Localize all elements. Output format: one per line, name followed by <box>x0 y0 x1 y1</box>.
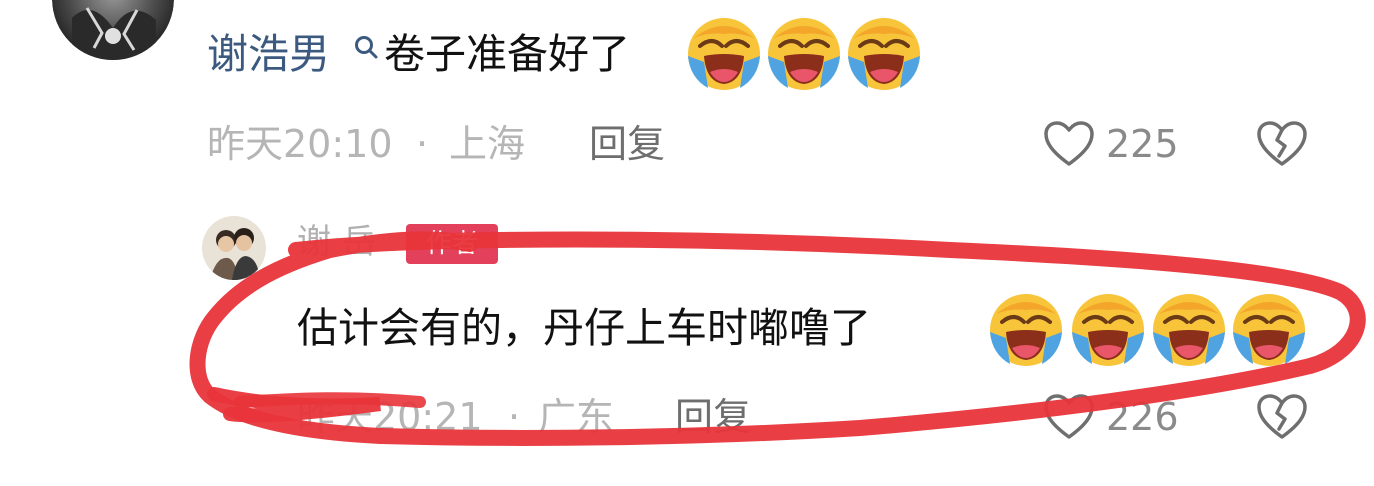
laugh-cry-emoji <box>1072 294 1144 366</box>
meta-separator: · <box>416 122 429 166</box>
reply-username[interactable]: 谢 岳 <box>297 220 376 264</box>
like-count: 226 <box>1106 395 1179 439</box>
reply-text: 估计会有的，丹仔上车时嘟噜了 <box>297 304 871 352</box>
heart-icon[interactable] <box>1043 393 1095 441</box>
comment-text: 卷子准备好了 <box>384 30 630 78</box>
laugh-cry-emoji <box>688 18 760 90</box>
comment-location: 上海 <box>449 122 526 166</box>
avatar[interactable] <box>202 216 266 280</box>
avatar[interactable] <box>52 0 174 60</box>
heart-icon[interactable] <box>1043 120 1095 168</box>
broken-heart-icon[interactable] <box>1256 120 1308 168</box>
reply-button[interactable]: 回复 <box>589 121 665 167</box>
meta-separator: · <box>508 395 521 439</box>
like-count: 225 <box>1106 122 1179 166</box>
laugh-cry-emoji <box>1153 294 1225 366</box>
laugh-cry-emoji <box>990 294 1062 366</box>
author-badge: 作者 <box>406 224 498 264</box>
broken-heart-icon[interactable] <box>1256 393 1308 441</box>
reply-location: 广东 <box>538 395 615 439</box>
comment-username[interactable]: 谢浩男 <box>207 28 330 80</box>
reply-button[interactable]: 回复 <box>675 394 751 440</box>
laugh-cry-emoji <box>768 18 840 90</box>
comment-thread: 谢浩男 卷子准备好了 昨天20:10 · 上海 回复 225 谢 岳 作者 估计… <box>0 0 1374 486</box>
laugh-cry-emoji <box>1233 294 1305 366</box>
reply-time: 昨天20:21 <box>297 395 483 439</box>
comment-time: 昨天20:10 <box>207 122 393 166</box>
laugh-cry-emoji <box>848 18 920 90</box>
search-icon[interactable] <box>353 34 379 60</box>
